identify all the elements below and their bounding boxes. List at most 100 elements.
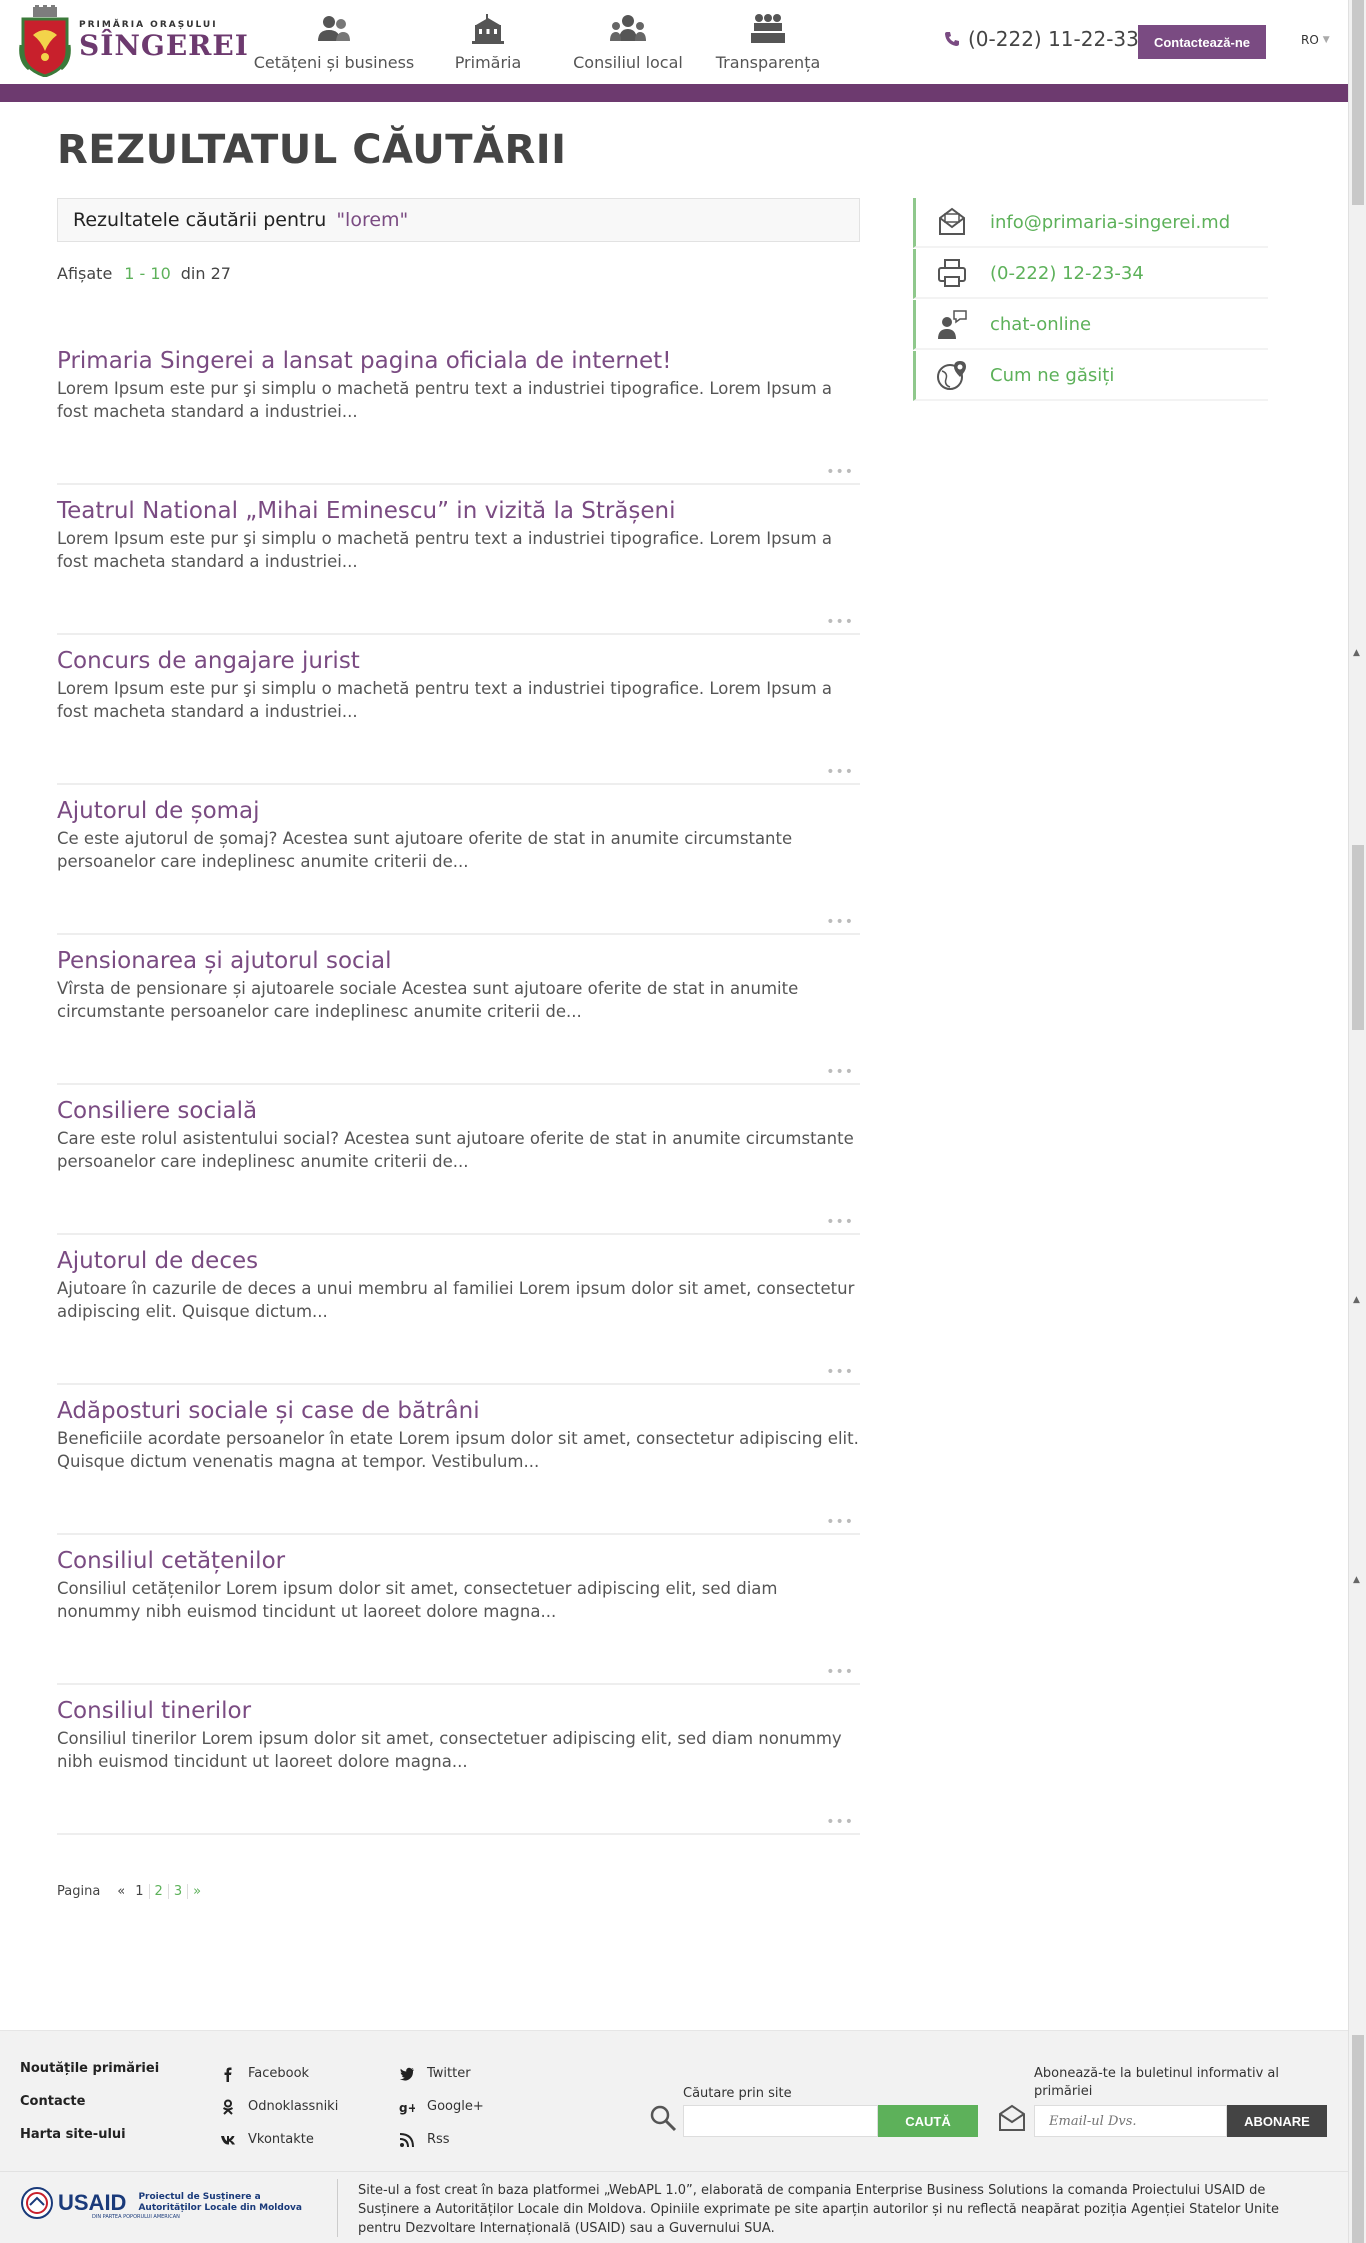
contact-button[interactable]: Contactează-ne	[1138, 25, 1266, 59]
nav-label: Transparența	[715, 53, 821, 72]
footer-link-news[interactable]: Noutățile primăriei	[20, 2061, 159, 2094]
result-title-link[interactable]: Pensionarea și ajutorul social	[57, 935, 860, 977]
sidebar-item-location[interactable]: Cum ne găsiți	[913, 351, 1268, 401]
result-title-link[interactable]: Concurs de angajare jurist	[57, 635, 860, 677]
sidebar-item-chat[interactable]: chat-online	[913, 300, 1268, 350]
social-label: Rss	[427, 2132, 450, 2147]
social-label: Vkontakte	[248, 2132, 314, 2147]
site-footer: Noutățile primăriei Contacte Harta site-…	[0, 2030, 1348, 2243]
result-item: Ajutorul de șomaj Ce este ajutorul de șo…	[57, 785, 860, 935]
header-phone-number: (0-222) 11-22-33	[968, 27, 1139, 51]
footer-search-label: Căutare prin site	[683, 2086, 792, 2101]
result-title-link[interactable]: Adăposturi sociale și case de bătrâni	[57, 1385, 860, 1427]
header-accent-bar	[0, 84, 1348, 102]
sidebar-item-email[interactable]: info@primaria-singerei.md	[913, 198, 1268, 248]
social-label: Google+	[427, 2099, 484, 2114]
result-title-link[interactable]: Teatrul National „Mihai Eminescu” in viz…	[57, 485, 860, 527]
result-item: Consiliul cetățenilor Consiliul cetățeni…	[57, 1535, 860, 1685]
usaid-seal-icon	[21, 2187, 53, 2219]
footer-vertical-divider	[337, 2179, 338, 2237]
twitter-icon	[399, 2067, 414, 2081]
pagination-prev[interactable]: «	[112, 1884, 130, 1899]
social-link-rss[interactable]: Rss	[399, 2123, 484, 2156]
results-count: Afișate 1 - 10 din 27	[57, 264, 231, 283]
newsletter-subscribe-button[interactable]: ABONARE	[1227, 2105, 1327, 2137]
header-phone[interactable]: (0-222) 11-22-33	[944, 27, 1139, 51]
result-title-link[interactable]: Consiliere socială	[57, 1085, 860, 1127]
more-dots-icon[interactable]: •••	[826, 614, 854, 630]
scroll-up-arrow-icon[interactable]: ▲	[1353, 1295, 1360, 1305]
scrollbar-thumb[interactable]	[1352, 0, 1364, 205]
more-dots-icon[interactable]: •••	[826, 1814, 854, 1830]
scroll-up-arrow-icon[interactable]: ▲	[1353, 648, 1360, 658]
pagination-page-2[interactable]: 2	[148, 1884, 168, 1899]
city-hall-icon	[472, 14, 504, 44]
nav-item-local-council[interactable]: Consiliul local	[558, 0, 698, 80]
nav-item-citizens-business[interactable]: Cetățeni și business	[250, 0, 418, 80]
more-dots-icon[interactable]: •••	[826, 764, 854, 780]
footer-link-contacts[interactable]: Contacte	[20, 2094, 159, 2127]
result-item: Pensionarea și ajutorul social Vîrsta de…	[57, 935, 860, 1085]
footer-social-col-1: Facebook Odnoklassniki Vkontakte	[220, 2057, 338, 2156]
social-link-facebook[interactable]: Facebook	[220, 2057, 338, 2090]
usaid-logo[interactable]: USAID DIN PARTEA POPORULUI AMERICAN Proi…	[20, 2186, 308, 2220]
svg-text:g+: g+	[399, 2101, 415, 2115]
coat-of-arms-icon	[19, 5, 71, 77]
result-title-link[interactable]: Consiliul cetățenilor	[57, 1535, 860, 1577]
usaid-wordmark: USAID	[58, 2190, 127, 2215]
social-link-googleplus[interactable]: g+ Google+	[399, 2090, 484, 2123]
pagination-page-3[interactable]: 3	[167, 1884, 187, 1899]
footer-search-button[interactable]: CAUTĂ	[878, 2105, 978, 2137]
result-title-link[interactable]: Primaria Singerei a lansat pagina oficia…	[57, 335, 860, 377]
result-excerpt: Consiliul cetățenilor Lorem ipsum dolor …	[57, 1579, 778, 1621]
site-logo[interactable]: PRIMĂRIA ORAȘULUI SÎNGEREI	[19, 5, 249, 77]
language-selector[interactable]: RO ▼	[1301, 33, 1330, 47]
result-title-link[interactable]: Ajutorul de deces	[57, 1235, 860, 1277]
newsletter-email-input[interactable]	[1034, 2105, 1227, 2137]
meeting-icon	[751, 14, 785, 43]
footer-link-sitemap[interactable]: Harta site-ului	[20, 2127, 159, 2160]
footer-search-input[interactable]	[683, 2105, 878, 2137]
more-dots-icon[interactable]: •••	[826, 914, 854, 930]
page-scrollbar[interactable]: ▲ ▲ ▲	[1348, 0, 1366, 2243]
more-dots-icon[interactable]: •••	[826, 1664, 854, 1680]
result-excerpt: Vîrsta de pensionare și ajutoarele socia…	[57, 979, 799, 1021]
vkontakte-icon	[221, 2135, 235, 2144]
social-link-twitter[interactable]: Twitter	[399, 2057, 484, 2090]
scrollbar-thumb[interactable]	[1352, 2035, 1364, 2243]
contact-sidebar: info@primaria-singerei.md (0-222) 12-23-…	[913, 198, 1268, 402]
more-dots-icon[interactable]: •••	[826, 1364, 854, 1380]
pagination-page-1[interactable]: 1	[130, 1884, 148, 1899]
footer-links: Noutățile primăriei Contacte Harta site-…	[20, 2061, 159, 2160]
nav-item-transparency[interactable]: Transparența	[698, 0, 838, 80]
pagination-label: Pagina	[57, 1884, 101, 1899]
more-dots-icon[interactable]: •••	[826, 464, 854, 480]
more-dots-icon[interactable]: •••	[826, 1064, 854, 1080]
nav-item-city-hall[interactable]: Primăria	[418, 0, 558, 80]
nav-label: Consiliul local	[573, 53, 683, 72]
globe-location-icon	[937, 361, 966, 390]
scrollbar-thumb[interactable]	[1352, 845, 1364, 1030]
result-item: Adăposturi sociale și case de bătrâni Be…	[57, 1385, 860, 1535]
social-label: Twitter	[427, 2066, 471, 2081]
sidebar-location-label: Cum ne găsiți	[990, 364, 1115, 386]
result-item: Consiliere socială Care este rolul asist…	[57, 1085, 860, 1235]
mail-icon	[939, 207, 965, 235]
sidebar-item-fax[interactable]: (0-222) 12-23-34	[913, 249, 1268, 299]
social-label: Facebook	[248, 2066, 310, 2081]
social-link-vkontakte[interactable]: Vkontakte	[220, 2123, 338, 2156]
result-excerpt: Care este rolul asistentului social? Ace…	[57, 1129, 854, 1171]
pagination-next[interactable]: »	[187, 1884, 206, 1899]
result-excerpt: Lorem Ipsum este pur şi simplu o machetă…	[57, 529, 833, 571]
usaid-tagline: DIN PARTEA POPORULUI AMERICAN	[92, 2214, 180, 2220]
social-link-odnoklassniki[interactable]: Odnoklassniki	[220, 2090, 338, 2123]
more-dots-icon[interactable]: •••	[826, 1514, 854, 1530]
result-title-link[interactable]: Consiliul tinerilor	[57, 1685, 860, 1727]
result-excerpt: Consiliul tinerilor Lorem ipsum dolor si…	[57, 1729, 842, 1771]
fax-icon	[938, 259, 966, 287]
site-header: PRIMĂRIA ORAȘULUI SÎNGEREI Cetățeni și b…	[0, 0, 1348, 84]
result-excerpt: Ajutoare în cazurile de deces a unui mem…	[57, 1279, 855, 1321]
scroll-up-arrow-icon[interactable]: ▲	[1353, 1575, 1360, 1585]
more-dots-icon[interactable]: •••	[826, 1214, 854, 1230]
result-title-link[interactable]: Ajutorul de șomaj	[57, 785, 860, 827]
